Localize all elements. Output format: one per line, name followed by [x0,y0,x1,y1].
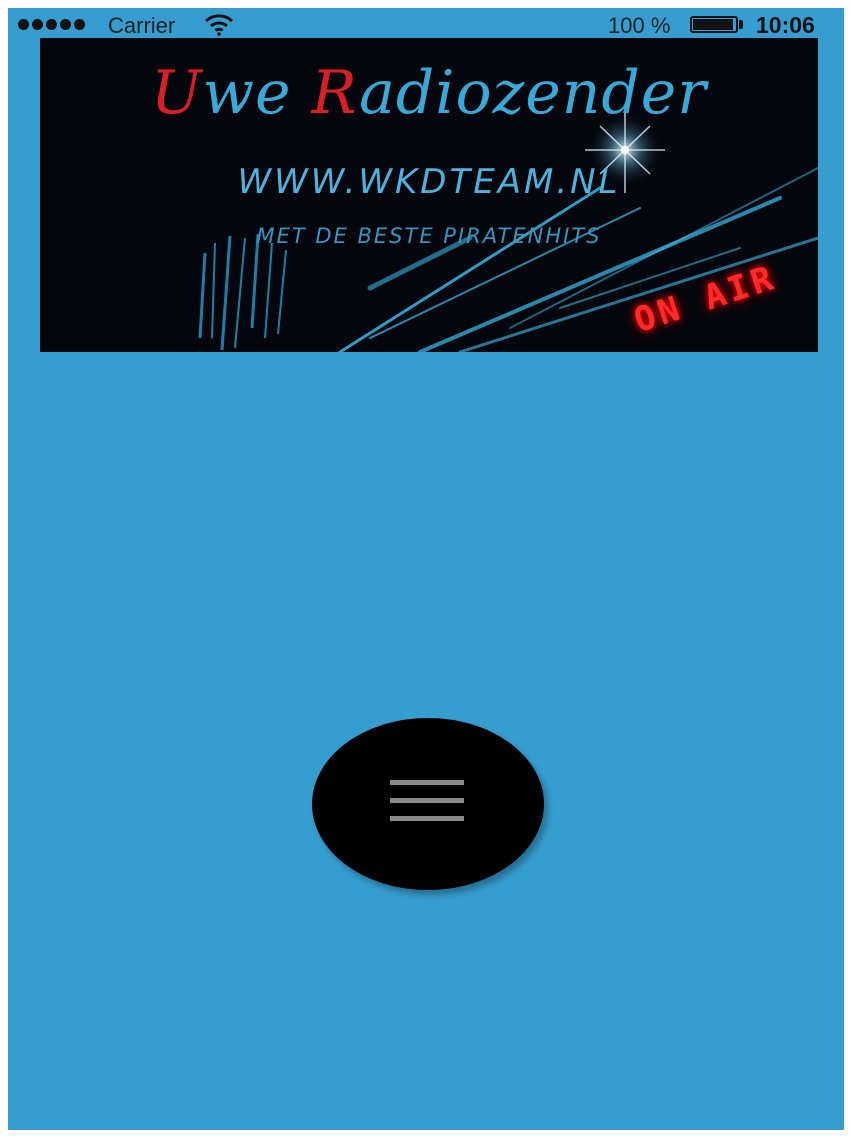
signal-strength-icon [18,19,85,30]
status-bar: Carrier 100 % 10:06 [8,8,844,42]
menu-button[interactable] [312,718,544,890]
title-initial-r: R [311,58,360,128]
carrier-name: Carrier [108,13,176,38]
status-time: 10:06 [756,12,815,38]
battery-icon [690,16,738,33]
battery-percentage: 100 % [608,13,671,38]
title-part-we: we [202,58,312,128]
title-part-adiozender: adiozender [359,58,707,128]
radio-banner: Uwe Radiozender WWW.WKDTEAM.NL MET DE BE… [40,38,818,352]
title-initial-u: U [151,58,203,128]
hamburger-menu-icon [390,780,464,824]
station-tagline: MET DE BESTE PIRATENHITS [256,224,602,248]
battery-terminal [739,20,743,29]
app-screen: Carrier 100 % 10:06 Uwe Radiozender WWW.… [8,8,844,1130]
station-title: Uwe Radiozender [40,58,818,128]
station-url: WWW.WKDTEAM.NL [237,162,621,202]
